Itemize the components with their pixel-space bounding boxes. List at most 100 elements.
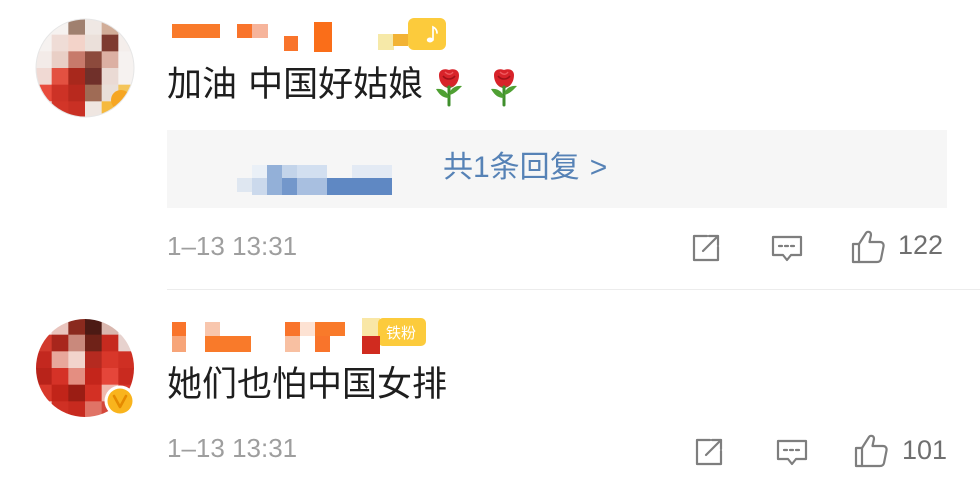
mosaic-tile — [51, 384, 69, 402]
mosaic-tile — [68, 84, 86, 102]
fan-badge[interactable] — [378, 18, 448, 54]
avatar[interactable] — [35, 18, 135, 118]
mosaic-tile — [393, 34, 408, 46]
mosaic-tile — [285, 322, 300, 336]
comment-item: 加油 中国好姑娘 共1条回复 > 1–13 13:31 122 — [0, 0, 980, 290]
mosaic-tile — [327, 178, 392, 195]
mosaic-tile — [68, 101, 86, 117]
mosaic-tile — [267, 165, 282, 195]
mosaic-tile — [68, 68, 86, 86]
mosaic-tile — [284, 36, 298, 51]
mosaic-tile — [68, 384, 86, 402]
mosaic-tile — [51, 68, 69, 86]
mosaic-tile — [101, 34, 119, 52]
mosaic-tile — [252, 24, 268, 38]
mosaic-tile — [85, 401, 103, 417]
share-icon[interactable] — [693, 436, 725, 468]
mosaic-tile — [85, 19, 103, 36]
mosaic-tile — [362, 336, 380, 354]
mosaic-tile — [36, 19, 53, 36]
mosaic-tile — [51, 319, 69, 336]
mosaic-tile — [85, 334, 103, 352]
mosaic-tile — [51, 84, 69, 102]
mosaic-tile — [68, 334, 86, 352]
username[interactable] — [170, 18, 340, 54]
comment-text: 加油 中国好姑娘 — [167, 65, 424, 105]
badge-body — [408, 18, 446, 50]
mosaic-tile — [51, 51, 69, 69]
reply-preview[interactable]: 共1条回复 > — [167, 130, 947, 208]
divider — [167, 289, 980, 290]
mosaic-tile — [237, 24, 252, 38]
mosaic-tile — [85, 319, 103, 336]
mosaic-tile — [85, 68, 103, 86]
mosaic-tile — [205, 322, 220, 336]
like-count[interactable]: 101 — [902, 433, 947, 467]
rose-icon — [491, 69, 517, 107]
chevron-right-icon: > — [589, 151, 608, 184]
reply-count-label: 共1条回复 — [443, 151, 580, 184]
mosaic-tile — [85, 101, 103, 117]
mosaic-tile — [118, 319, 134, 336]
mosaic-tile — [51, 351, 69, 369]
mosaic-tile — [101, 319, 119, 336]
mosaic-tile — [362, 318, 380, 336]
mosaic-tile — [172, 24, 220, 38]
mosaic-tile — [68, 401, 86, 417]
mosaic-tile — [101, 334, 119, 352]
mosaic-tile — [36, 319, 53, 336]
mosaic-tile — [85, 384, 103, 402]
mosaic-tile — [36, 351, 53, 369]
mosaic-tile — [68, 34, 86, 52]
comment-item: 铁粉 她们也怕中国女排 1–13 13:31 101 — [0, 300, 980, 488]
mosaic-tile — [85, 351, 103, 369]
mosaic-tile — [85, 51, 103, 69]
mosaic-tile — [300, 322, 315, 336]
mosaic-tile — [36, 368, 53, 386]
share-icon[interactable] — [690, 232, 722, 264]
mosaic-tile — [68, 351, 86, 369]
comment-icon[interactable] — [770, 234, 804, 264]
mosaic-tile — [68, 319, 86, 336]
mosaic-tile — [101, 68, 119, 86]
mosaic-tile — [315, 322, 345, 336]
verified-v-icon — [104, 385, 136, 417]
mosaic-tile — [118, 34, 134, 52]
replier-name[interactable] — [237, 152, 397, 202]
mosaic-tile — [36, 68, 53, 86]
comment-time: 1–13 13:31 — [167, 231, 298, 261]
mosaic-tile — [118, 19, 134, 36]
mosaic-tile — [205, 336, 251, 352]
comment-time: 1–13 13:31 — [167, 433, 298, 463]
mosaic-tile — [172, 322, 186, 336]
like-count[interactable]: 122 — [898, 228, 943, 262]
mosaic-tile — [118, 334, 134, 352]
mosaic-tile — [237, 178, 252, 192]
mosaic-tile — [282, 178, 297, 195]
mosaic-tile — [36, 34, 53, 52]
mosaic-tile — [101, 51, 119, 69]
mosaic-tile — [36, 401, 53, 417]
mosaic-tile — [352, 165, 392, 178]
mosaic-tile — [118, 351, 134, 369]
mosaic-tile — [297, 178, 327, 195]
mosaic-tile — [85, 34, 103, 52]
mosaic-tile — [85, 368, 103, 386]
mosaic-tile — [51, 368, 69, 386]
fan-badge[interactable]: 铁粉 — [362, 318, 428, 354]
mosaic-tile — [282, 165, 297, 178]
mosaic-tile — [36, 334, 53, 352]
mosaic-tile — [252, 165, 267, 178]
comment-list: 加油 中国好姑娘 共1条回复 > 1–13 13:31 122 铁粉 她们也怕中… — [0, 0, 980, 488]
mosaic-tile — [118, 368, 134, 386]
comment-icon[interactable] — [775, 438, 809, 468]
mosaic-tile — [51, 101, 69, 117]
thumbs-up-icon[interactable] — [850, 229, 886, 265]
rose-icon — [436, 69, 462, 107]
mosaic-tile — [118, 101, 134, 117]
username[interactable] — [170, 318, 350, 354]
mosaic-tile — [378, 34, 394, 50]
thumbs-up-icon[interactable] — [853, 433, 889, 469]
view-replies-link[interactable]: 共1条回复 > — [443, 148, 607, 188]
mosaic-tile — [51, 19, 69, 36]
